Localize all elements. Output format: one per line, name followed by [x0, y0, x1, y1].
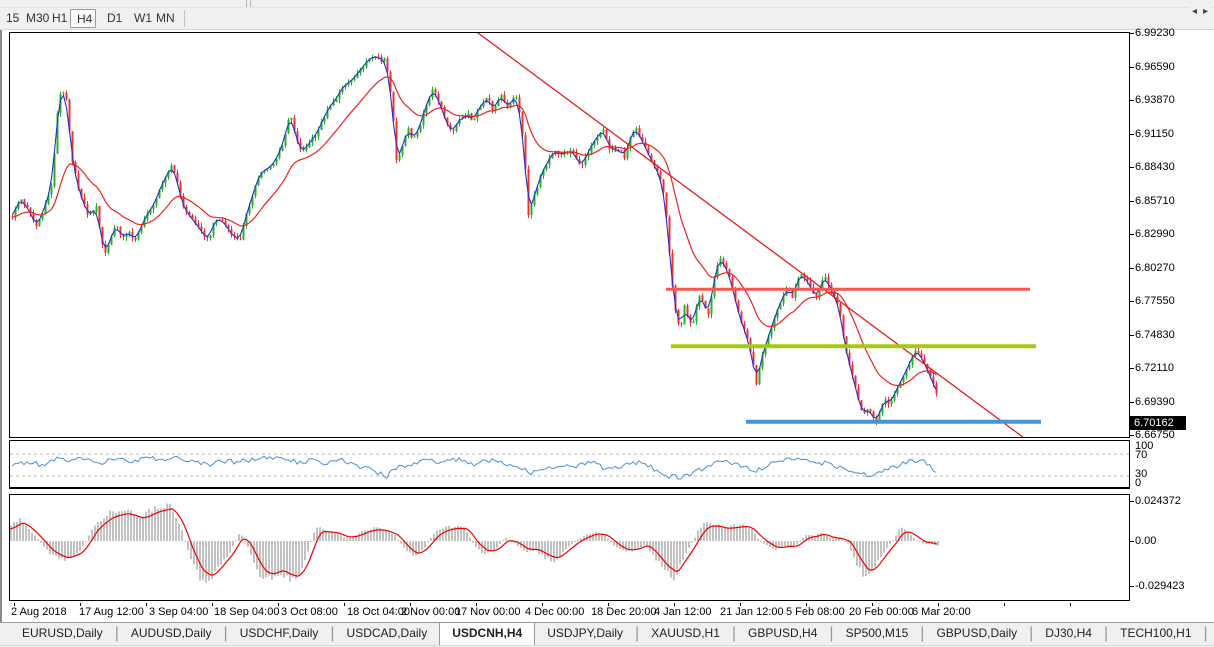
- price-axis-label: 6.82990: [1135, 228, 1175, 240]
- price-axis-tick: [1130, 435, 1134, 436]
- price-axis-label: 6.80270: [1135, 262, 1175, 274]
- macd-axis-label: 0.024372: [1135, 495, 1181, 507]
- date-label: 4 Dec 00:00: [525, 606, 585, 618]
- date-label: 2 Aug 2018: [11, 606, 67, 618]
- macd-axis-label: -0.029423: [1135, 580, 1185, 592]
- timeframe-button-h4[interactable]: H4: [70, 9, 96, 28]
- timeframe-button-m30[interactable]: M30: [20, 9, 49, 28]
- date-axis[interactable]: 2 Aug 2018 17 Aug 12:00 3 Sep 04:00 18 Sep …: [9, 603, 1209, 621]
- price-axis-tick: [1130, 33, 1134, 34]
- date-label: 5 Feb 08:00: [786, 606, 845, 618]
- date-axis-tick: [146, 603, 147, 606]
- date-axis-tick: [344, 603, 345, 606]
- date-label: 17 Aug 12:00: [79, 606, 144, 618]
- rsi-axis-label: 0: [1135, 477, 1142, 489]
- price-chart-panel[interactable]: [9, 32, 1130, 438]
- price-axis-label: 6.69390: [1135, 396, 1175, 408]
- macd-canvas[interactable]: [10, 495, 1129, 600]
- tab-scroll-right-icon[interactable]: ▸: [1203, 6, 1208, 17]
- current-price-tag: 6.70162: [1130, 416, 1186, 430]
- price-axis-tick: [1130, 368, 1134, 369]
- price-axis-label: 6.77550: [1135, 295, 1175, 307]
- price-axis-tick: [1130, 67, 1134, 68]
- price-axis-label: 6.85710: [1135, 195, 1175, 207]
- chart-tab-tech100-h1[interactable]: TECH100,H1: [1108, 623, 1203, 645]
- timeframe-button-d1[interactable]: D1: [101, 9, 125, 28]
- date-label: 4 Jan 12:00: [654, 606, 712, 618]
- toolbar-separator: [250, 0, 251, 7]
- date-axis-tick: [212, 603, 213, 606]
- chart-window: ▼USDCNH,H4 6.70135 6.70423 6.69923 6.701…: [0, 27, 1214, 622]
- macd-axis-tick: [1130, 501, 1134, 502]
- date-label: 21 Jan 12:00: [720, 606, 784, 618]
- price-axis-label: 6.74830: [1135, 329, 1175, 341]
- price-axis-tick: [1130, 301, 1134, 302]
- toolbar-separator: [184, 10, 185, 27]
- timeframe-button-w1[interactable]: W1: [128, 9, 152, 28]
- date-label: 18 Dec 20:00: [591, 606, 657, 618]
- timeframe-toolbar: 15 M30 H1 H4 D1 W1 MN: [0, 8, 1214, 30]
- macd-axis-tick: [1130, 586, 1134, 587]
- date-label: 18 Sep 04:00: [214, 606, 280, 618]
- chart-tab-sp500-m15[interactable]: SP500,M15: [834, 623, 921, 645]
- date-label: 3 Sep 04:00: [149, 606, 209, 618]
- price-axis-tick: [1130, 100, 1134, 101]
- date-label: 20 Feb 00:00: [849, 606, 914, 618]
- toolbar-grip-strip: [0, 0, 1214, 8]
- price-axis-label: 6.72110: [1135, 362, 1174, 374]
- date-axis-tick: [1004, 603, 1005, 606]
- price-axis-tick: [1130, 134, 1134, 135]
- price-axis-tick: [1130, 201, 1134, 202]
- chart-tab-usdchf-daily[interactable]: USDCHF,Daily: [228, 623, 331, 645]
- price-chart-canvas[interactable]: [10, 33, 1129, 437]
- tab-scroll-left-icon[interactable]: ◂: [1192, 6, 1197, 17]
- tab-scroll-buttons: ◂ ▸: [1187, 0, 1212, 22]
- timeframe-button-15[interactable]: 15: [0, 9, 20, 28]
- price-axis-label: 6.93870: [1135, 94, 1175, 106]
- price-axis-tick: [1130, 167, 1134, 168]
- price-axis-tick: [1130, 234, 1134, 235]
- chart-tab-eurusd-daily[interactable]: EURUSD,Daily: [10, 623, 115, 645]
- macd-axis-label: 0.00: [1135, 535, 1157, 547]
- price-axis-tick: [1130, 402, 1134, 403]
- chart-tab-dj30-h4[interactable]: DJ30,H4: [1033, 623, 1104, 645]
- price-axis-label: 6.88430: [1135, 161, 1175, 173]
- price-axis-label: 6.99230: [1135, 27, 1175, 39]
- timeframe-button-h1[interactable]: H1: [46, 9, 68, 28]
- chart-tab-usdcad-daily[interactable]: USDCAD,Daily: [335, 623, 440, 645]
- rsi-canvas[interactable]: [10, 441, 1129, 487]
- timeframe-button-mn[interactable]: MN: [150, 9, 178, 28]
- date-label: 6 Mar 20:00: [912, 606, 971, 618]
- macd-panel[interactable]: [9, 494, 1130, 601]
- chart-tab-audusd-daily[interactable]: AUDUSD,Daily: [119, 623, 224, 645]
- chart-tab-gbpusd-h4[interactable]: GBPUSD,H4: [736, 623, 829, 645]
- date-axis-tick: [1070, 603, 1071, 606]
- chart-tab-xauusd-h1[interactable]: XAUUSD,H1: [639, 623, 732, 645]
- chart-tab-bar: EURUSD,Daily | AUDUSD,Daily | USDCHF,Daily | U…: [0, 622, 1214, 645]
- chart-tab-usdcnh-h4[interactable]: USDCNH,H4: [439, 623, 536, 645]
- date-label: 2 Nov 00:00: [401, 606, 461, 618]
- mt4-window: 15M30H1H4 D1W1MN ▼USDCNH,H4 6.70135 6.704…: [0, 0, 1214, 647]
- rsi-panel[interactable]: [9, 440, 1130, 489]
- toolbar-separator: [246, 0, 247, 7]
- macd-axis-tick: [1130, 541, 1134, 542]
- price-axis-tick: [1130, 335, 1134, 336]
- rsi-axis-label: 70: [1135, 449, 1148, 461]
- date-label: 3 Oct 08:00: [281, 606, 338, 618]
- price-axis-label: 6.96590: [1135, 61, 1175, 73]
- price-axis-tick: [1130, 268, 1134, 269]
- date-label: 17 Nov 00:00: [455, 606, 521, 618]
- price-axis-label: 6.91150: [1135, 128, 1174, 140]
- chart-tab-usdjpy-daily[interactable]: USDJPY,Daily: [535, 623, 635, 645]
- chart-tab-ukc[interactable]: UKC: [1208, 623, 1214, 645]
- chart-tab-gbpusd-daily[interactable]: GBPUSD,Daily: [924, 623, 1029, 645]
